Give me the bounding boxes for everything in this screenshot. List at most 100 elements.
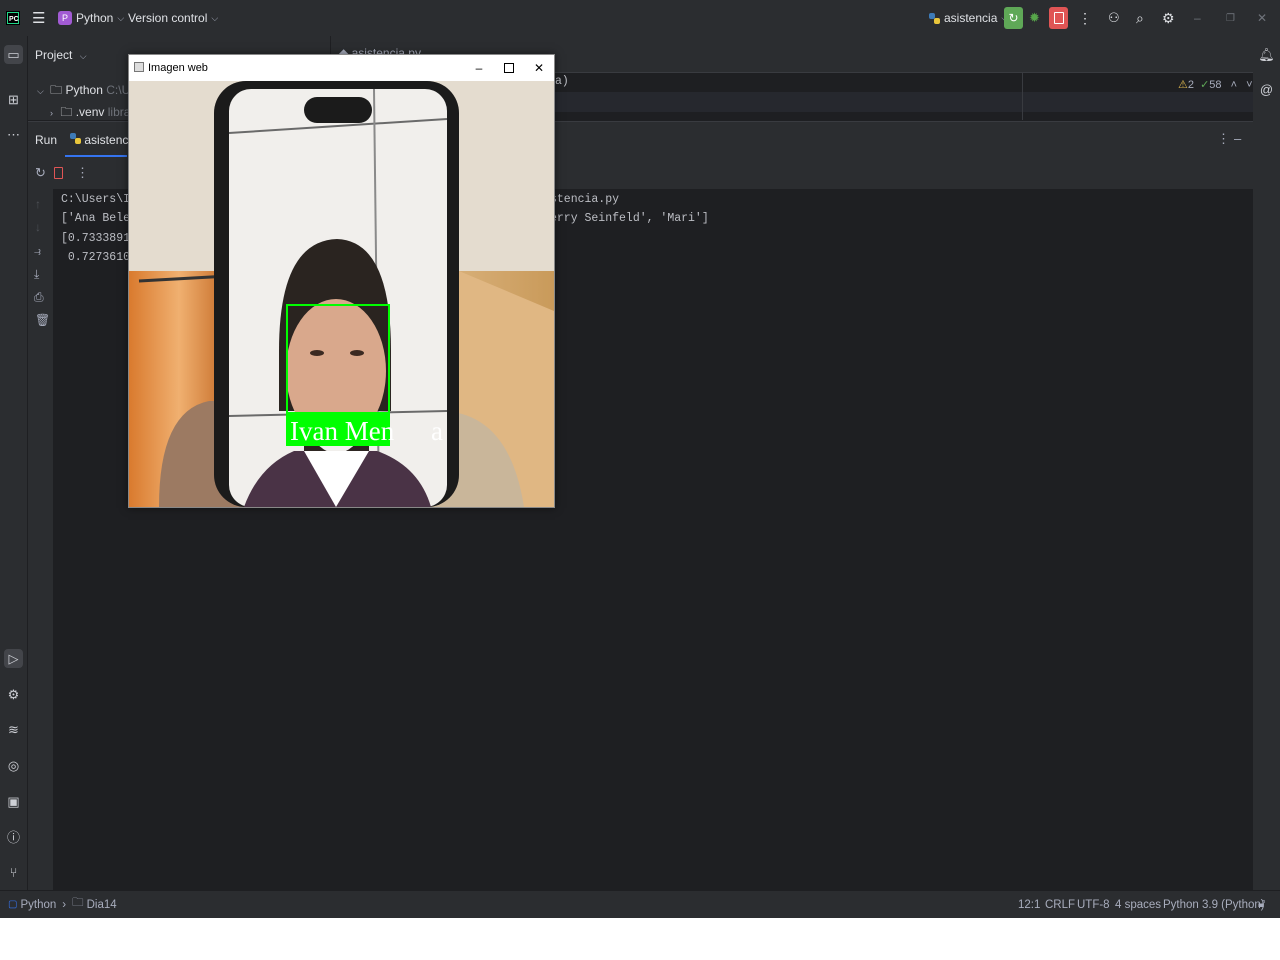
more-tools-icon[interactable]: ⋯: [4, 125, 23, 144]
project-switcher[interactable]: P Python ⌵: [58, 0, 124, 36]
scroll-down-icon[interactable]: ↓: [35, 220, 41, 234]
right-tool-stripe: 🔔︎ @: [1253, 36, 1280, 890]
python-console-icon[interactable]: ⚙: [4, 685, 23, 704]
opencv-title-bar[interactable]: Imagen web – ✕: [129, 55, 554, 81]
read-only-lock-icon[interactable]: 🔓︎: [1258, 891, 1265, 918]
folder-icon: 🗀︎: [72, 897, 84, 909]
main-menu-icon[interactable]: ☰: [32, 0, 48, 36]
svg-text:PC: PC: [9, 16, 19, 23]
trash-icon[interactable]: 🗑︎: [35, 313, 50, 327]
line-separator[interactable]: CRLF: [1045, 891, 1075, 918]
breadcrumb-item: Python: [20, 898, 57, 911]
hide-panel-icon[interactable]: –: [1234, 131, 1241, 146]
rerun-icon[interactable]: ↻: [35, 165, 46, 181]
webcam-frame: Ivan Men a: [129, 81, 554, 507]
check-icon: ✓: [1200, 79, 1210, 91]
breadcrumb[interactable]: ▢ Python › 🗀︎ Dia14: [8, 891, 117, 918]
stop-icon[interactable]: [54, 167, 63, 179]
project-tool-icon[interactable]: ▭: [4, 45, 23, 64]
warning-icon: ⚠: [1178, 79, 1188, 91]
soft-wrap-icon[interactable]: ⥽: [34, 244, 41, 259]
run-panel-title: Run: [35, 133, 58, 147]
minimize-icon[interactable]: –: [1194, 0, 1210, 36]
chevron-down-icon[interactable]: ˅: [1246, 79, 1252, 91]
chevron-up-icon[interactable]: ˄: [1231, 79, 1237, 91]
pycharm-logo-icon[interactable]: PC: [6, 0, 22, 36]
chevron-down-icon: ⌵: [117, 12, 125, 23]
maximize-icon[interactable]: [494, 55, 524, 81]
structure-tool-icon[interactable]: ⊞: [4, 90, 23, 109]
debug-icon[interactable]: ✹: [1029, 0, 1043, 36]
face-label-overflow-text: a: [431, 416, 443, 446]
run-tool-icon[interactable]: ▷: [4, 649, 23, 668]
close-icon[interactable]: ✕: [524, 55, 554, 81]
restore-icon[interactable]: ❐: [1226, 0, 1242, 36]
dynamic-island: [304, 97, 372, 123]
webcam-scene: Ivan Men a: [129, 81, 554, 507]
opencv-window[interactable]: Imagen web – ✕ Ivan Men a: [128, 54, 555, 508]
folder-icon: 🗀︎: [60, 105, 73, 119]
run-config-selector[interactable]: asistencia ⌵: [928, 0, 1008, 36]
indent-setting[interactable]: 4 spaces: [1115, 891, 1161, 918]
code-with-me-icon[interactable]: ⚇: [1108, 0, 1124, 36]
scroll-to-end-icon[interactable]: ⤓: [34, 267, 39, 282]
git-icon[interactable]: ⑂: [4, 863, 23, 882]
rerun-icon: ↻: [1004, 7, 1023, 29]
ok-count: 58: [1209, 79, 1222, 91]
chevron-right-icon: ›: [62, 898, 67, 911]
settings-gear-icon[interactable]: ⚙: [1162, 0, 1178, 36]
window-app-icon: [134, 62, 144, 72]
run-config-label: asistencia: [944, 11, 998, 25]
print-icon[interactable]: ⎙: [34, 290, 44, 305]
services-icon[interactable]: ◎: [4, 756, 23, 775]
project-view-selector[interactable]: Project ⌵: [35, 48, 87, 62]
more-icon[interactable]: ⋮: [76, 165, 89, 181]
ai-assistant-icon[interactable]: @: [1257, 80, 1276, 99]
minimize-icon[interactable]: –: [464, 55, 494, 81]
project-badge: P: [58, 11, 72, 25]
chevron-down-icon: ⌵: [79, 51, 87, 61]
tree-item-label: Python: [65, 83, 103, 97]
folder-icon: 🗀︎: [50, 83, 63, 97]
project-panel-title: Project: [35, 48, 73, 62]
face-label-text: Ivan Men: [290, 416, 395, 446]
stop-button[interactable]: [1049, 0, 1068, 36]
console-line: erry Seinfeld', 'Mari']: [550, 212, 709, 225]
tree-item-label: .venv: [75, 105, 105, 119]
stop-icon: [1049, 7, 1068, 29]
run-side-toolbar: ↑ ↓ ⥽ ⤓ ⎙ 🗑︎: [28, 189, 53, 890]
right-eye: [350, 350, 364, 356]
chevron-right-icon: ›: [50, 108, 53, 118]
notifications-bell-icon[interactable]: 🔔︎: [1257, 45, 1276, 64]
breadcrumb-item: Dia14: [86, 898, 117, 911]
module-icon: ▢: [8, 899, 18, 910]
version-control-label: Version control: [128, 11, 208, 25]
python-icon: [70, 133, 81, 144]
opencv-window-title: Imagen web: [148, 62, 208, 74]
left-tool-stripe: ▭ ⊞ ⋯ ▷ ⚙ ≋ ◎ ▣ ⓘ ⑂: [0, 36, 28, 890]
chevron-down-icon: ⌵: [37, 86, 44, 96]
file-encoding[interactable]: UTF-8: [1077, 891, 1110, 918]
search-icon[interactable]: ⌕: [1136, 0, 1152, 36]
inspection-widget[interactable]: ⚠2 ✓58 ˄ ˅: [1178, 78, 1253, 91]
terminal-icon[interactable]: ▣: [4, 792, 23, 811]
console-line: stencia.py: [550, 193, 620, 206]
status-bar: ▢ Python › 🗀︎ Dia14 12:1 CRLF UTF-8 4 sp…: [0, 890, 1280, 918]
more-actions-icon[interactable]: ⋮: [1078, 0, 1092, 36]
version-control-menu[interactable]: Version control ⌵: [128, 0, 218, 36]
options-icon[interactable]: ⋮: [1217, 131, 1230, 147]
title-bar: PC ☰ P Python ⌵ Version control ⌵ asiste…: [0, 0, 1280, 36]
python-icon: [929, 12, 940, 24]
caret-position[interactable]: 12:1: [1018, 891, 1040, 918]
scroll-up-icon[interactable]: ↑: [35, 197, 41, 211]
chevron-down-icon: ⌵: [211, 12, 219, 23]
python-packages-icon[interactable]: ≋: [4, 720, 23, 739]
warning-count: 2: [1187, 79, 1194, 91]
interpreter-selector[interactable]: Python 3.9 (Python): [1163, 891, 1265, 918]
close-icon[interactable]: ✕: [1257, 0, 1273, 36]
editor-code-line: a): [555, 75, 569, 88]
problems-icon[interactable]: ⓘ: [4, 827, 23, 846]
left-eye: [310, 350, 324, 356]
project-name: Python: [76, 11, 114, 25]
rerun-button[interactable]: ↻: [1004, 0, 1023, 36]
